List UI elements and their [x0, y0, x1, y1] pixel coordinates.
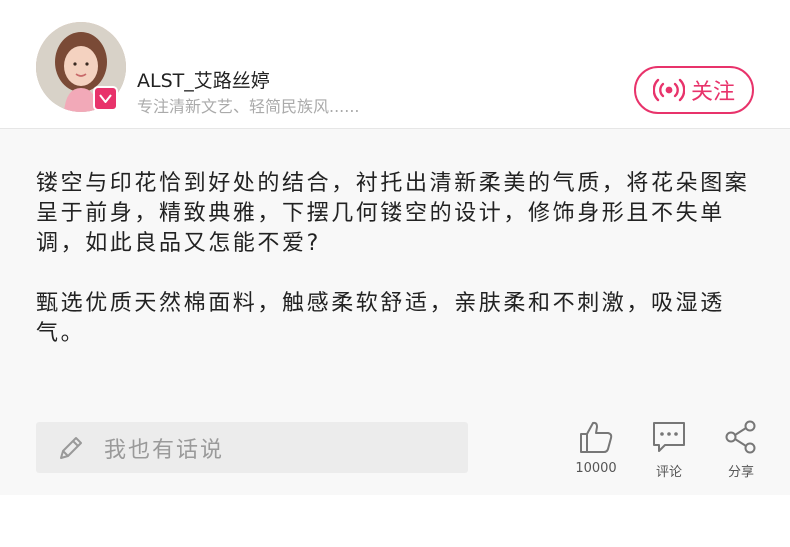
post-paragraph-2: 甄选优质天然棉面料，触感柔软舒适，亲肤柔和不刺激，吸湿透气。 [36, 291, 725, 346]
user-name[interactable]: ALST_艾路丝婷 [137, 66, 270, 93]
comment-icon [653, 422, 685, 452]
comment-button[interactable]: 评论 [634, 419, 704, 480]
like-button[interactable]: 10000 [561, 419, 631, 476]
comment-label: 评论 [655, 465, 682, 480]
comment-input[interactable]: 我也有话说 [36, 422, 468, 473]
post-paragraph-1: 镂空与印花恰到好处的结合，衬托出清新柔美的气质，将花朵图案呈于前身，精致典雅，下… [36, 171, 750, 256]
follow-button[interactable]: 关注 [634, 66, 754, 114]
pen-icon [60, 436, 82, 459]
verified-badge-icon [93, 86, 118, 111]
like-icon [580, 421, 613, 453]
user-description: 专注清新文艺、轻简民族风...... [137, 97, 360, 116]
broadcast-icon [652, 78, 685, 102]
post-content: 镂空与印花恰到好处的结合，衬托出清新柔美的气质，将花朵图案呈于前身，精致典雅，下… [0, 129, 790, 495]
share-icon [725, 420, 756, 454]
share-button[interactable]: 分享 [706, 419, 776, 480]
share-label: 分享 [727, 465, 754, 480]
like-count: 10000 [575, 461, 617, 476]
comment-placeholder: 我也有话说 [104, 437, 225, 463]
follow-label: 关注 [690, 80, 735, 105]
profile-header: ALST_艾路丝婷 专注清新文艺、轻简民族风...... 关注 [0, 0, 790, 129]
